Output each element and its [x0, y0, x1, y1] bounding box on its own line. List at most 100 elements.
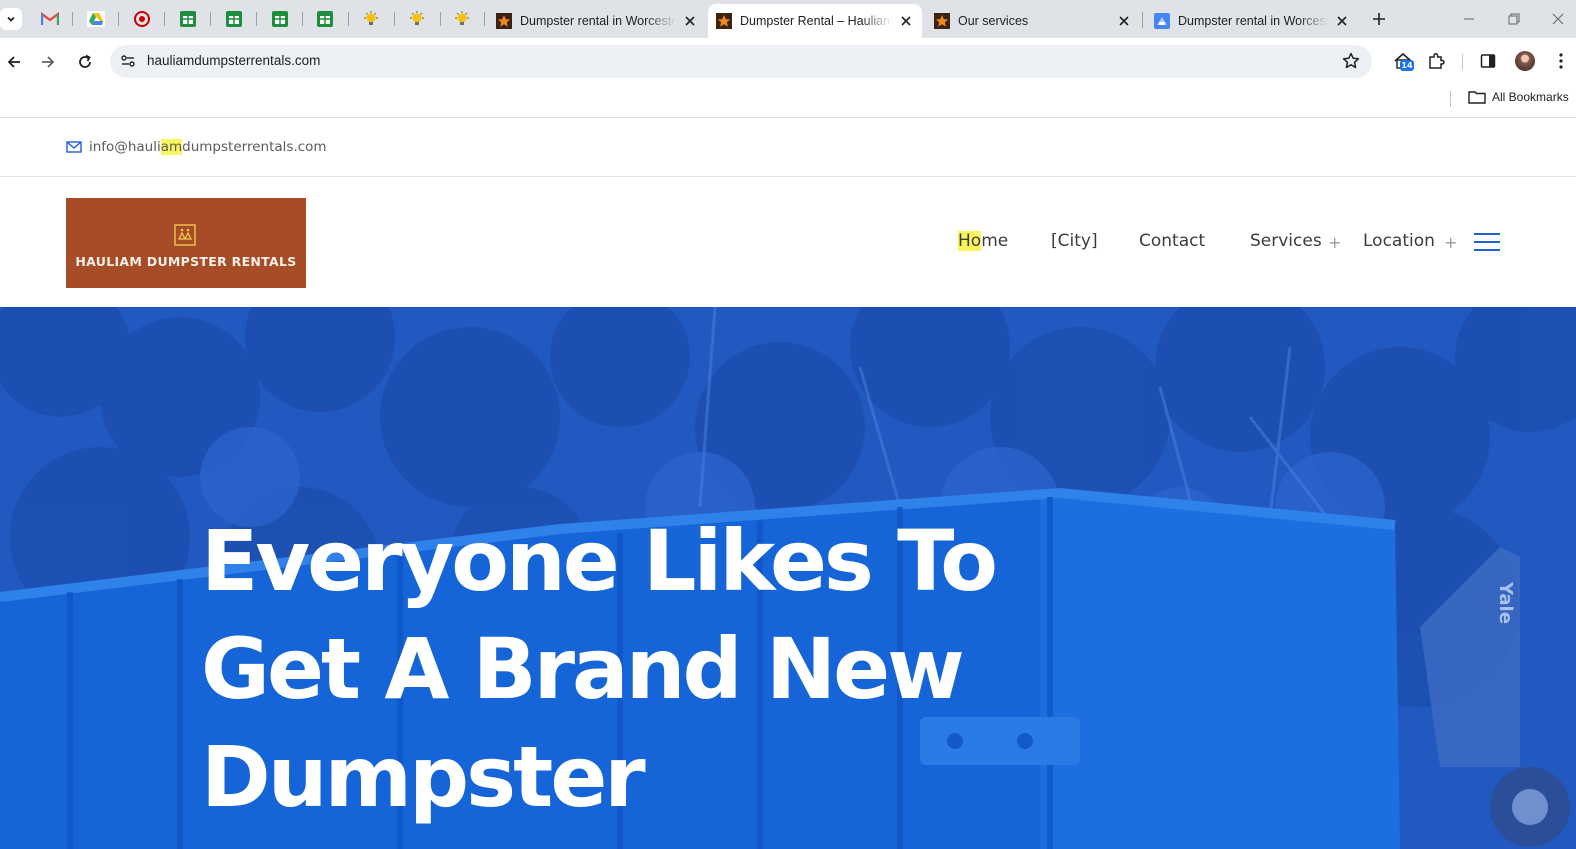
- forward-button[interactable]: [36, 50, 60, 74]
- pinned-tab-target[interactable]: [130, 7, 154, 31]
- pinned-tab-sheets-2[interactable]: [222, 7, 246, 31]
- browser-menu-button[interactable]: [1550, 50, 1572, 72]
- tab-separator: [210, 12, 211, 26]
- back-button[interactable]: [2, 50, 26, 74]
- pinned-tab-gmail[interactable]: [38, 7, 62, 31]
- restore-button[interactable]: [1503, 8, 1525, 30]
- extension-button[interactable]: 14: [1392, 50, 1414, 72]
- nav-home-rest: me: [981, 231, 1009, 251]
- address-bar[interactable]: hauliamdumpsterrentals.com: [110, 45, 1372, 78]
- nav-contact[interactable]: Contact: [1139, 231, 1205, 251]
- chevron-down-icon: [7, 16, 15, 22]
- forward-icon: [42, 56, 55, 68]
- pinned-tab-drive[interactable]: [84, 7, 108, 31]
- tab-separator: [1142, 12, 1143, 28]
- close-icon: [1552, 13, 1564, 25]
- pinned-tab-sheets-3[interactable]: [268, 7, 292, 31]
- browser-toolbar: hauliamdumpsterrentals.com 14: [0, 38, 1576, 86]
- tab-dumpster-rental-hauliam[interactable]: Dumpster Rental – Hauliam Dumpster Renta…: [708, 4, 922, 38]
- bulb-icon: [455, 11, 469, 25]
- site-logo[interactable]: HAULIAM DUMPSTER RENTALS: [66, 198, 306, 288]
- tab-separator: [72, 12, 73, 26]
- tab-separator: [256, 12, 257, 26]
- url-text[interactable]: hauliamdumpsterrentals.com: [147, 53, 320, 68]
- star-favicon-icon: [934, 13, 950, 29]
- extension-badge: 14: [1400, 60, 1414, 71]
- google-drive-icon: [87, 11, 105, 27]
- gmail-icon: [41, 12, 59, 25]
- email-link[interactable]: info@hauliamdumpsterrentals.com: [89, 139, 327, 155]
- site-info-icon[interactable]: [120, 53, 136, 69]
- close-icon[interactable]: [682, 13, 698, 29]
- hero-title-line: Get A Brand New: [201, 620, 965, 718]
- tab-our-services[interactable]: Our services: [926, 4, 1140, 38]
- logo-mark-icon: [174, 224, 196, 246]
- toolbar-separator: [1462, 54, 1463, 70]
- svg-text:Yale: Yale: [1495, 581, 1516, 624]
- folder-icon: [1468, 91, 1486, 104]
- new-tab-button[interactable]: [1368, 8, 1390, 30]
- sheets-icon: [272, 11, 288, 27]
- pinned-tab-sheets-4[interactable]: [313, 7, 337, 31]
- puzzle-icon: [1429, 52, 1445, 69]
- close-window-button[interactable]: [1547, 8, 1569, 30]
- nav-services[interactable]: Services: [1250, 231, 1322, 251]
- new-tab-icon: [1373, 13, 1385, 25]
- close-icon[interactable]: [1334, 13, 1350, 29]
- mail-icon: [66, 141, 82, 153]
- pinned-tab-bulb-1[interactable]: [359, 7, 383, 31]
- hero-title-line: Everyone Likes To: [201, 512, 998, 610]
- bookmarks-bar: All Bookmarks: [0, 86, 1576, 118]
- bookmark-star-icon[interactable]: [1342, 52, 1360, 70]
- email-part: info@hauli: [89, 139, 161, 155]
- menu-dots-icon: [1559, 53, 1563, 69]
- profile-avatar[interactable]: [1515, 51, 1535, 71]
- side-panel-button[interactable]: [1477, 50, 1499, 72]
- tab-title: Our services: [958, 14, 1029, 28]
- bulb-icon: [364, 11, 378, 25]
- tab-separator: [302, 12, 303, 26]
- extensions-menu-button[interactable]: [1425, 50, 1447, 72]
- google-site-icon: [1154, 13, 1170, 29]
- minimize-button[interactable]: [1458, 8, 1480, 30]
- tab-separator: [440, 12, 441, 26]
- tab-separator: [118, 12, 119, 26]
- logo-text: HAULIAM DUMPSTER RENTALS: [75, 254, 297, 269]
- back-icon: [7, 56, 20, 68]
- site-header: HAULIAM DUMPSTER RENTALS Home [City] Con…: [0, 178, 1576, 307]
- tab-dumpster-rental-worcester[interactable]: Dumpster rental in Worcester: [488, 4, 706, 38]
- hamburger-menu-icon[interactable]: [1474, 233, 1500, 253]
- tab-separator: [484, 12, 485, 26]
- tab-separator: [394, 12, 395, 26]
- close-icon[interactable]: [1116, 13, 1132, 29]
- close-icon[interactable]: [898, 13, 914, 29]
- star-favicon-icon: [496, 13, 512, 29]
- nav-location[interactable]: Location: [1363, 231, 1435, 251]
- side-panel-icon: [1480, 54, 1496, 68]
- target-icon: [134, 11, 150, 27]
- bookmarks-separator: [1450, 91, 1451, 107]
- restore-icon: [1508, 13, 1520, 25]
- tab-dumpster-rental-worcester-2[interactable]: Dumpster rental in Worcester: [1146, 4, 1358, 38]
- nav-home[interactable]: Home: [958, 231, 1008, 251]
- reload-button[interactable]: [73, 50, 97, 74]
- pinned-tab-bulb-3[interactable]: [450, 7, 474, 31]
- hero-title: Everyone Likes To Get A Brand New Dumpst…: [201, 507, 1101, 831]
- nav-home-highlight: Ho: [958, 231, 982, 251]
- pinned-tab-bulb-2[interactable]: [405, 7, 429, 31]
- plus-icon[interactable]: +: [1444, 233, 1457, 252]
- browser-tab-strip: Dumpster rental in Worcester Dumpster Re…: [0, 0, 1576, 38]
- tab-separator: [164, 12, 165, 26]
- tab-search-button[interactable]: [0, 8, 22, 30]
- pinned-tab-sheets-1[interactable]: [176, 7, 200, 31]
- tab-title: Dumpster rental in Worcester: [1178, 14, 1328, 28]
- bulb-icon: [410, 11, 424, 25]
- nav-city[interactable]: [City]: [1051, 231, 1098, 251]
- plus-icon[interactable]: +: [1328, 233, 1341, 252]
- top-info-bar: info@hauliamdumpsterrentals.com: [0, 119, 1576, 177]
- tab-separator: [348, 12, 349, 26]
- all-bookmarks-button[interactable]: All Bookmarks: [1468, 90, 1569, 104]
- tab-title: Dumpster Rental – Hauliam Dumpster Renta…: [740, 14, 892, 28]
- star-favicon-icon: [716, 13, 732, 29]
- sheets-icon: [317, 11, 333, 27]
